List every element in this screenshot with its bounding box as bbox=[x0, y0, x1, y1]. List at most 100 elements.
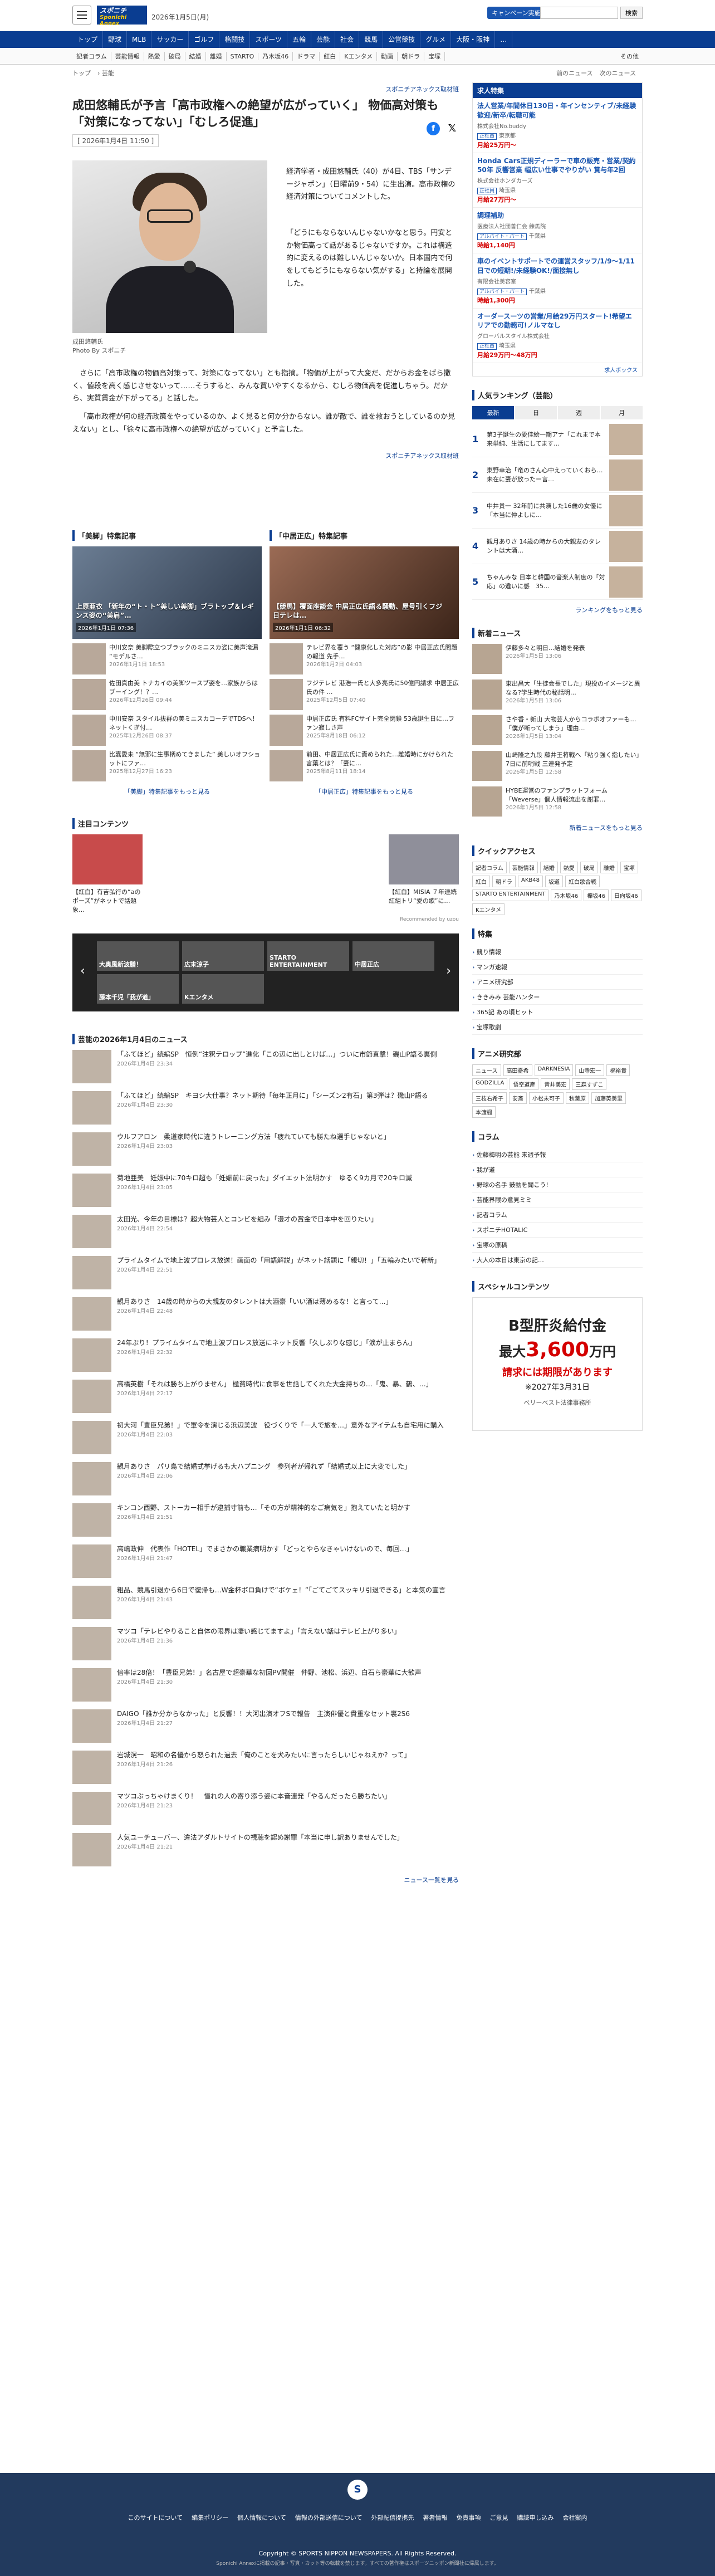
anime-chip[interactable]: 三森すずこ bbox=[572, 1078, 607, 1091]
anime-chip[interactable]: 青井美宏 bbox=[541, 1078, 570, 1091]
feature-left-more[interactable]: 「美脚」特集記事をもっと見る bbox=[72, 787, 262, 796]
anime-chip[interactable]: 悟空道産 bbox=[510, 1078, 539, 1091]
quick-chip[interactable]: 乃木坂46 bbox=[551, 889, 582, 902]
feature-left-hero[interactable]: 上原亜衣 「新年の“ト・ト”美しい美脚」ブラトップ＆レギンス姿の“美肩”… 202… bbox=[72, 546, 262, 639]
footer-link[interactable]: 個人情報について bbox=[237, 2514, 286, 2521]
news-row[interactable]: 岩城滉一 昭和の名優から怒られた過去「俺のことを犬みたいに言ったらしいじゃねえか… bbox=[72, 1750, 459, 1787]
quick-chip[interactable]: 記者コラム bbox=[472, 862, 507, 874]
chevron-left-icon[interactable]: ‹ bbox=[80, 964, 85, 978]
news-row[interactable]: 粗品、競馬引退から6日で復帰も…W金杯ボロ負けで“ボケェ！”「ごてごてスッキリ引… bbox=[72, 1585, 459, 1622]
x-share-icon[interactable]: 𝕏 bbox=[445, 121, 459, 135]
anime-chip[interactable]: 小松未可子 bbox=[529, 1092, 564, 1104]
footer-link[interactable]: 購読申し込み bbox=[517, 2514, 554, 2521]
column-item[interactable]: 大人の本日は東京の記… bbox=[472, 1253, 643, 1268]
menu-icon[interactable] bbox=[72, 6, 91, 25]
quick-chip[interactable]: 熱愛 bbox=[560, 862, 578, 874]
nav-item[interactable]: 社会 bbox=[335, 31, 360, 48]
news-row[interactable]: 「ふてほど」続編SP 恒例“注釈テロップ”進化「この辺に出しとけば…」ついに市節… bbox=[72, 1049, 459, 1087]
news-row[interactable]: 人気ユーチューバー、違法アダルトサイトの視聴を認め謝罪「本当に申し訳ありませんで… bbox=[72, 1832, 459, 1870]
anime-chip[interactable]: 加藤英美里 bbox=[591, 1092, 626, 1104]
ad-banner[interactable]: B型肝炎給付金 最大3,600万円 請求には期限があります ※2027年3月31… bbox=[472, 1297, 643, 1431]
nav-item[interactable]: 大阪・阪神 bbox=[451, 31, 496, 48]
special-item[interactable]: アニメ研究部 bbox=[472, 975, 643, 990]
jobs-credit[interactable]: 求人ボックス bbox=[473, 363, 642, 376]
subnav-item[interactable]: 乃木坂46 bbox=[258, 52, 293, 61]
news-row[interactable]: プライムタイムで地上波プロレス放送！画面の「用語解説」がネット話題に「親切！」「… bbox=[72, 1255, 459, 1293]
ranking-tab[interactable]: 月 bbox=[601, 406, 643, 420]
feature-item[interactable]: 佐田真由美 トナカイの美脚ツースブ姿を…家族からはブーイング！？… 2026年12… bbox=[72, 678, 262, 710]
news-row[interactable]: DAIGO「誰か分からなかった」と反響！！大河出演オフSで報告 主演俳優と貴重な… bbox=[72, 1709, 459, 1746]
chevron-right-icon[interactable]: › bbox=[446, 964, 451, 978]
search-button[interactable]: 検索 bbox=[620, 7, 643, 19]
feature-item[interactable]: 前田、中居正広氏に責められた…離婚時にかけられた言葉とは？「妻に… 2025年8月… bbox=[270, 750, 459, 781]
anime-chip[interactable]: 安斎 bbox=[509, 1092, 527, 1104]
anime-chip[interactable]: DARKNESIA bbox=[534, 1064, 574, 1077]
article-photo[interactable] bbox=[72, 160, 267, 333]
banner-tile[interactable]: 藤本千児「我が道」 bbox=[97, 974, 179, 1004]
nav-item[interactable]: 競馬 bbox=[359, 31, 384, 48]
subnav-item[interactable]: ドラマ bbox=[293, 52, 320, 61]
feature-item[interactable]: 中居正広氏 有料FCサイト完全閉鎖 53歳誕生日に…ファン寂しさ声 2025年8月… bbox=[270, 714, 459, 746]
news-row[interactable]: 太田光、今年の目標は？超大物芸人とコンビを組み「漫才の賞金で日本中を回りたい」 2… bbox=[72, 1214, 459, 1252]
subnav-item[interactable]: 熱愛 bbox=[144, 52, 165, 61]
ranking-tab[interactable]: 最新 bbox=[472, 406, 514, 420]
quick-chip[interactable]: 紅白歌合戦 bbox=[565, 876, 600, 888]
news-row[interactable]: 高橋英樹「それは勝ち上がりません」 極貧時代に食事を世話してくれた大金持ちの…「… bbox=[72, 1379, 459, 1416]
job-listing[interactable]: 調理補助 医療法人社団善仁会 練馬院 アルバイト・パート 千葉県 時給1,140円 bbox=[473, 208, 642, 253]
job-listing[interactable]: 法人営業/年間休日130日・年インセンティブ/未経験歓迎/新卒/転職可能 株式会社… bbox=[473, 98, 642, 153]
banner-tile[interactable]: 広末涼子 bbox=[182, 941, 264, 971]
sidenews-item[interactable]: 東出昌大「生徒会長でした」現役のイメージと異なる?学生時代の秘話明… 2026年1… bbox=[472, 680, 643, 711]
news-row[interactable]: 観月ありさ パリ島で結婚式挙げるも大ハプニング 参列者が帰れず「結婚式以上に大変… bbox=[72, 1461, 459, 1499]
next-news-link[interactable]: 次のニュース bbox=[600, 65, 636, 82]
nav-item[interactable]: サッカー bbox=[151, 31, 189, 48]
notable-item[interactable]: 【紅白】有吉弘行の“aのポーズ”がネットで話題 象… bbox=[72, 834, 143, 915]
subnav-item[interactable]: 動画 bbox=[377, 52, 398, 61]
banner-tile[interactable]: 中居正広 bbox=[352, 941, 434, 971]
feature-item[interactable]: テレビ界を覆う “健康化した対応”の影 中居正広氏問題の報道 先手… 2026年1… bbox=[270, 643, 459, 674]
feature-right-more[interactable]: 「中居正広」特集記事をもっと見る bbox=[270, 787, 459, 796]
sidenews-more[interactable]: 新着ニュースをもっと見る bbox=[472, 823, 643, 832]
subnav-item[interactable]: Kエンタメ bbox=[340, 52, 378, 61]
sidenews-item[interactable]: 伊藤多々と明日...結婚を発表 2026年1月5日 13:06 bbox=[472, 644, 643, 675]
column-item[interactable]: 記者コラム bbox=[472, 1208, 643, 1223]
column-item[interactable]: 芸能界隈の意見ミミ bbox=[472, 1192, 643, 1208]
job-listing[interactable]: 車のイベントサポートでの運営スタッフ/1/9〜1/11日での短期!/未経験OK!… bbox=[473, 253, 642, 309]
anime-chip[interactable]: 高田憂希 bbox=[503, 1064, 532, 1077]
ranking-item[interactable]: 3 中井貴一 32年前に共演した16歳の女優に「本当に仲よしに… bbox=[472, 493, 643, 529]
news-row[interactable]: 菊地亜美 妊娠中に70キロ超も「妊娠前に戻った」ダイエット法明かす ゆるく9カ月… bbox=[72, 1173, 459, 1210]
ranking-tab[interactable]: 週 bbox=[558, 406, 600, 420]
subnav-item[interactable]: 芸能情報 bbox=[111, 52, 144, 61]
footer-link[interactable]: 著者情報 bbox=[423, 2514, 448, 2521]
quick-chip[interactable]: 紅白 bbox=[472, 876, 490, 888]
nav-item[interactable]: グルメ bbox=[420, 31, 452, 48]
nav-item[interactable]: ゴルフ bbox=[189, 31, 220, 48]
ranking-item[interactable]: 4 観月ありさ 14歳の時からの大親友のタレントは大酒… bbox=[472, 529, 643, 565]
nav-item[interactable]: … bbox=[495, 31, 513, 48]
feature-right-hero[interactable]: 【競馬】覆面座談会 中居正広氏語る騒動、屋号引くフジ 日テレは… 2026年1月1… bbox=[270, 546, 459, 639]
quick-chip[interactable]: 坂道 bbox=[545, 876, 563, 888]
quick-chip[interactable]: 朝ドラ bbox=[492, 876, 516, 888]
quick-chip[interactable]: 破局 bbox=[580, 862, 598, 874]
footer-link[interactable]: 会社案内 bbox=[563, 2514, 587, 2521]
quick-chip[interactable]: AKB48 bbox=[518, 876, 543, 888]
anime-chip[interactable]: 山寺宏一 bbox=[575, 1064, 605, 1077]
nav-item[interactable]: 野球 bbox=[103, 31, 128, 48]
footer-link[interactable]: 外部配信提携先 bbox=[371, 2514, 414, 2521]
column-item[interactable]: 佐藤梅明の芸能 来週予報 bbox=[472, 1147, 643, 1163]
nav-item[interactable]: スポーツ bbox=[250, 31, 288, 48]
feature-item[interactable]: 比嘉愛未 “無邪に生事柄めてきました” 美しいオフショットにファ… 2025年12… bbox=[72, 750, 262, 781]
footer-link[interactable]: 免責事項 bbox=[457, 2514, 481, 2521]
news-row[interactable]: 24年ぶり！プライムタイムで地上波プロレス放送にネット反響「久しぶりな感じ」「涙… bbox=[72, 1338, 459, 1375]
subnav-item[interactable]: 紅白 bbox=[320, 52, 341, 61]
footer-logo[interactable]: S bbox=[347, 2480, 368, 2500]
subnav-item[interactable]: 朝ドラ bbox=[398, 52, 425, 61]
quick-chip[interactable]: 欅坂46 bbox=[584, 889, 609, 902]
quick-chip[interactable]: 日向坂46 bbox=[610, 889, 641, 902]
quick-chip[interactable]: 芸能情報 bbox=[508, 862, 538, 874]
quick-chip[interactable]: 離婚 bbox=[600, 862, 618, 874]
feature-item[interactable]: フジテレビ 港浩一氏と大多亮氏に50億円請求 中居正広氏の件 … 2025年12月… bbox=[270, 678, 459, 710]
nav-item[interactable]: 公営競技 bbox=[383, 31, 421, 48]
ranking-item[interactable]: 2 東野幸治「竜のさん心中えっていくおら…未在に妻が放ったー言… bbox=[472, 457, 643, 493]
site-logo[interactable]: スポニチ Sponichi Annex bbox=[97, 6, 147, 27]
news-row[interactable]: マツコぶっちゃけまくり！ 憧れの人の寄り添う姿に本音連発「やるんだったら勝ちたい… bbox=[72, 1791, 459, 1829]
